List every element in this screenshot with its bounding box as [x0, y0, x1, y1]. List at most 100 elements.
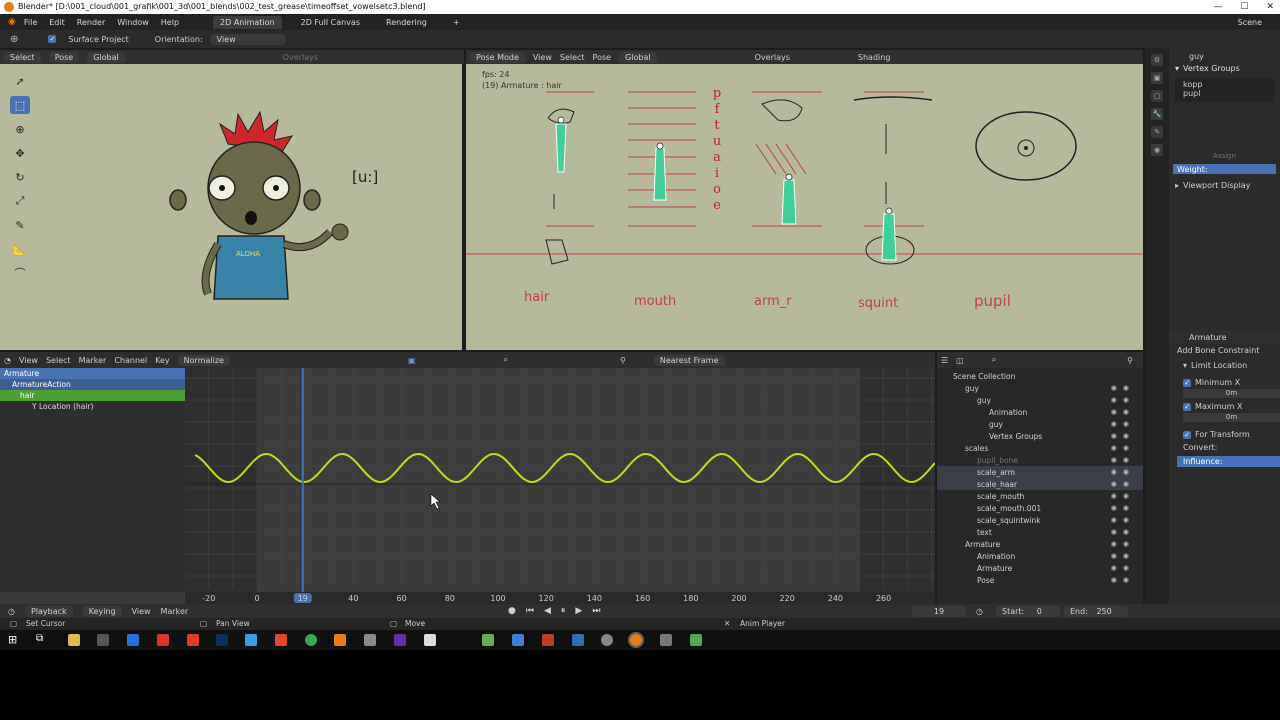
app-icon-3[interactable]	[157, 634, 169, 646]
visibility-toggle-icon[interactable]: ◉◉	[1111, 576, 1135, 584]
outliner-item[interactable]: guy ◉◉	[937, 418, 1143, 430]
outliner-item[interactable]: scale_squintwink ◉◉	[937, 514, 1143, 526]
minimum-x-checkbox[interactable]: ✓	[1183, 378, 1191, 387]
start-frame-field[interactable]: Start: 0	[996, 605, 1060, 617]
graph-marker-menu[interactable]: Marker	[79, 356, 107, 365]
menu-render[interactable]: Render	[77, 18, 105, 27]
graph-key-menu[interactable]: Key	[155, 356, 170, 365]
blender-menu-icon[interactable]: ◉	[8, 17, 16, 27]
maximum-x-checkbox[interactable]: ✓	[1183, 402, 1191, 411]
outliner-item[interactable]: scale_mouth.001 ◉◉	[937, 502, 1143, 514]
timeline-marker-menu[interactable]: Marker	[161, 607, 189, 616]
menu-help[interactable]: Help	[161, 18, 179, 27]
visibility-toggle-icon[interactable]: ◉◉	[1111, 432, 1135, 440]
global-dropdown[interactable]: Global	[87, 51, 125, 63]
chrome-icon[interactable]	[305, 634, 317, 646]
outliner-item[interactable]: Animation ◉◉	[937, 550, 1143, 562]
influence-slider[interactable]: Influence:	[1177, 456, 1280, 467]
graph-editor-type-icon[interactable]: ◔	[4, 356, 11, 365]
overlays-button[interactable]: Overlays	[283, 53, 318, 62]
modifier-tab-icon[interactable]: 🔧	[1151, 108, 1163, 120]
visibility-toggle-icon[interactable]: ◉◉	[1111, 528, 1135, 536]
only-selected-icon[interactable]: ▣	[408, 356, 416, 365]
channel-armature-action[interactable]: ArmatureAction	[0, 379, 185, 390]
visibility-toggle-icon[interactable]: ◉◉	[1111, 468, 1135, 476]
outliner-item[interactable]: Pose ◉◉	[937, 574, 1143, 586]
viewport-display-header[interactable]: Viewport Display	[1183, 181, 1250, 190]
object-name-top[interactable]: guy	[1189, 52, 1204, 61]
orientation-dropdown[interactable]: View	[210, 33, 285, 45]
tool-tab-icon[interactable]: ⚙	[1151, 54, 1163, 66]
app-icon-17[interactable]	[690, 634, 702, 646]
close-button[interactable]: ✕	[1266, 0, 1274, 14]
object-tab-icon[interactable]: ▢	[1151, 90, 1163, 102]
visibility-toggle-icon[interactable]: ◉◉	[1111, 384, 1135, 392]
display-mode-icon[interactable]: ◫	[956, 356, 964, 365]
left-viewport-canvas[interactable]: ➚ ⬚ ⊕ ✥ ↻ ⤢ ✎ 📐 ⌒ ALOHA [u:]	[0, 64, 462, 350]
tool-cursor-icon[interactable]: ⊕	[10, 34, 18, 45]
global-dropdown-right[interactable]: Global	[619, 51, 657, 63]
outliner-filter-icon[interactable]: ⚲	[1127, 356, 1133, 365]
right-viewport-canvas[interactable]: fps: 24 (19) Armature : hair p f t u a i…	[466, 64, 1143, 350]
shading-dropdown[interactable]: Shading	[858, 53, 891, 62]
surface-project-checkbox[interactable]: ✓	[48, 35, 57, 43]
app-icon-6[interactable]	[275, 634, 287, 646]
rotate-tool-icon[interactable]: ↻	[10, 168, 30, 186]
visibility-toggle-icon[interactable]: ◉◉	[1111, 492, 1135, 500]
visibility-toggle-icon[interactable]: ◉◉	[1111, 480, 1135, 488]
graph-select-menu[interactable]: Select	[46, 356, 71, 365]
app-icon-15[interactable]	[601, 634, 613, 646]
channel-armature[interactable]: Armature	[0, 368, 185, 379]
pose-menu-right[interactable]: Pose	[593, 53, 612, 62]
viewport-display-chevron-icon[interactable]: ▸	[1175, 181, 1179, 190]
outliner-type-icon[interactable]: ☰	[941, 356, 948, 365]
pose-mode-dropdown[interactable]: Pose Mode	[470, 51, 525, 63]
outliner-item[interactable]: scale_haar ◉◉	[937, 478, 1143, 490]
select-box-tool-icon[interactable]: ⬚	[10, 96, 30, 114]
prev-keyframe-icon[interactable]: ◀	[544, 606, 551, 616]
left-viewport[interactable]: Select Pose Global Overlays ➚ ⬚ ⊕ ✥ ↻ ⤢ …	[0, 50, 464, 350]
blender-taskbar-icon[interactable]	[628, 632, 644, 648]
menu-file[interactable]: File	[24, 18, 37, 27]
visibility-toggle-icon[interactable]: ◉◉	[1111, 420, 1135, 428]
timeline-view-menu[interactable]: View	[132, 607, 151, 616]
tab-2d-full-canvas[interactable]: 2D Full Canvas	[294, 16, 367, 29]
pause-icon[interactable]: ⏸	[561, 606, 566, 616]
visibility-toggle-icon[interactable]: ◉◉	[1111, 396, 1135, 404]
visibility-toggle-icon[interactable]: ◉◉	[1111, 564, 1135, 572]
app-icon-7[interactable]	[334, 634, 346, 646]
preview-range-icon[interactable]: ◷	[976, 607, 983, 616]
current-frame-field[interactable]: 19	[912, 605, 966, 617]
app-icon-16[interactable]	[660, 634, 672, 646]
minimize-button[interactable]: —	[1213, 0, 1222, 14]
visibility-toggle-icon[interactable]: ◉◉	[1111, 516, 1135, 524]
visibility-toggle-icon[interactable]: ◉◉	[1111, 408, 1135, 416]
scene-selector[interactable]: Scene	[1238, 18, 1262, 27]
object-name-bottom[interactable]: Armature	[1189, 333, 1227, 342]
outliner-item[interactable]: Armature ◉◉	[937, 562, 1143, 574]
annotate-tool-icon[interactable]: ✎	[10, 216, 30, 234]
outliner-item[interactable]: scales ◉◉	[937, 442, 1143, 454]
photoshop-icon[interactable]	[216, 634, 228, 646]
view-menu[interactable]: View	[533, 53, 552, 62]
app-icon-1[interactable]	[97, 634, 109, 646]
scale-tool-icon[interactable]: ⤢	[10, 192, 30, 210]
jump-start-icon[interactable]: ⏮	[526, 606, 534, 616]
menu-window[interactable]: Window	[117, 18, 149, 27]
overlays-dropdown[interactable]: Overlays	[755, 53, 790, 62]
outliner-item[interactable]: text ◉◉	[937, 526, 1143, 538]
visibility-toggle-icon[interactable]: ◉◉	[1111, 540, 1135, 548]
app-icon-5[interactable]	[245, 634, 257, 646]
channel-y-location-hair[interactable]: Y Location (hair)	[0, 401, 185, 412]
for-transform-checkbox[interactable]: ✓	[1183, 430, 1191, 439]
outliner-item[interactable]: Armature ◉◉	[937, 538, 1143, 550]
outliner-item[interactable]: guy ◉◉	[937, 382, 1143, 394]
cursor-tool-icon[interactable]: ⊕	[10, 120, 30, 138]
render-tab-icon[interactable]: ▣	[1151, 72, 1163, 84]
app-icon-11[interactable]	[482, 634, 494, 646]
outliner-search-icon[interactable]: ⌕	[992, 355, 996, 365]
next-keyframe-icon[interactable]: ▶	[575, 606, 582, 616]
start-menu-icon[interactable]: ⊞	[8, 633, 17, 646]
file-explorer-icon[interactable]	[68, 634, 80, 646]
graph-view-menu[interactable]: View	[19, 356, 38, 365]
